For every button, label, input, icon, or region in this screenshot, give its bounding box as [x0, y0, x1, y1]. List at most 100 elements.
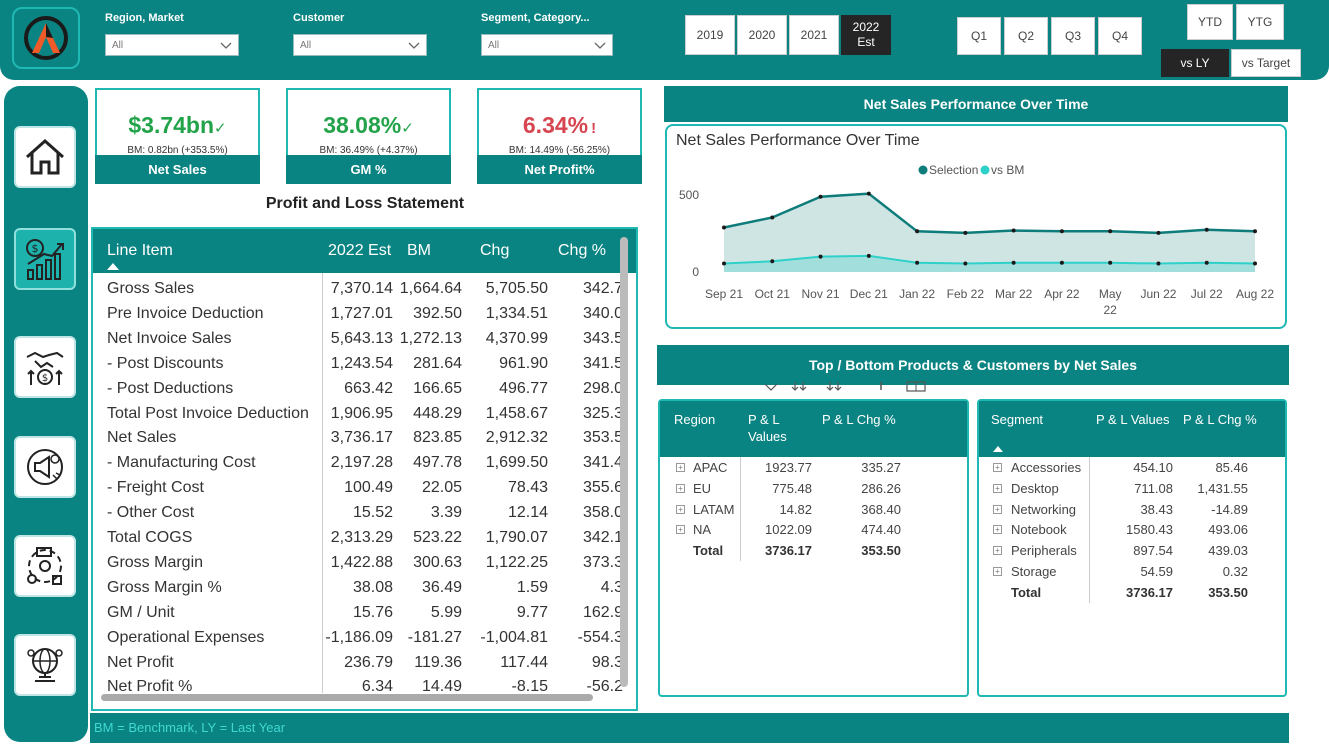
region-values-header[interactable]: P & L Values	[748, 411, 803, 445]
go-to-next-level-icon[interactable]	[826, 382, 842, 391]
ytd-button[interactable]: YTD	[1187, 4, 1233, 40]
total-row[interactable]: Total 3736.17 353.50	[660, 541, 967, 561]
nav-executive-view[interactable]	[14, 634, 76, 696]
slicer-segment-dropdown[interactable]: All	[481, 34, 613, 56]
supply-chain-icon	[27, 547, 62, 585]
list-item[interactable]: + EU 775.48 286.26	[660, 479, 967, 499]
table-row[interactable]: - Manufacturing Cost 2,197.28 497.78 1,699.…	[93, 451, 636, 476]
table-row[interactable]: - Post Discounts 1,243.54 281.64 961.90 341.…	[93, 352, 636, 377]
drill-down-icon[interactable]	[764, 383, 778, 391]
expand-plus-icon[interactable]: +	[676, 483, 685, 493]
vs-target-button[interactable]: vs Target	[1231, 49, 1301, 77]
x-tick-label: Aug 22	[1236, 287, 1274, 301]
pl-column-divider	[322, 273, 323, 693]
year-button-2022-est[interactable]: 2022 Est	[841, 15, 891, 55]
expand-plus-icon[interactable]: +	[993, 463, 1002, 472]
region-chg-header[interactable]: P & L Chg %	[822, 411, 896, 428]
table-row[interactable]: Net Sales 3,736.17 823.85 2,912.32 353.5	[93, 426, 636, 451]
segment-header[interactable]: Segment	[991, 411, 1043, 428]
nav-sales-view[interactable]: $	[14, 336, 76, 398]
cell-value: 2,313.29	[330, 529, 393, 546]
quarter-button-q4[interactable]: Q4	[1098, 17, 1142, 55]
table-row[interactable]: Net Invoice Sales 5,643.13 1,272.13 4,370.9…	[93, 327, 636, 352]
nav-home[interactable]	[14, 126, 76, 188]
pl-header-line-item[interactable]: Line Item	[107, 242, 173, 260]
expand-plus-icon[interactable]: +	[993, 567, 1002, 576]
pl-horizontal-scrollbar[interactable]	[101, 694, 593, 701]
total-row[interactable]: Total 3736.17 353.50	[979, 583, 1285, 603]
quarter-button-q2[interactable]: Q2	[1004, 17, 1048, 55]
net-sales-chart[interactable]: Selection vs BM 500 0 Sep 21 Oct 21 Nov 21 Dec …	[667, 126, 1285, 327]
slicer-segment[interactable]: Segment, Category... All	[481, 12, 613, 56]
table-row[interactable]: Total Post Invoice Deduction 1,906.95 448.…	[93, 402, 636, 427]
expand-plus-icon[interactable]: +	[993, 483, 1002, 493]
region-matrix[interactable]: Region P & L Values P & L Chg % + APAC 192…	[658, 399, 969, 697]
nav-supply-chain-view[interactable]	[14, 535, 76, 597]
segment-chg-header[interactable]: P & L Chg %	[1183, 411, 1263, 428]
table-row[interactable]: Operational Expenses -1,186.09 -181.27 -1,0…	[93, 626, 636, 651]
cell-value: 373.3	[582, 553, 623, 571]
footer-legend-note: BM = Benchmark, LY = Last Year	[90, 713, 1289, 743]
slicer-region-dropdown[interactable]: All	[105, 34, 239, 56]
data-point	[722, 225, 726, 230]
table-row[interactable]: Net Profit 236.79 119.36 117.44 98.3	[93, 651, 636, 676]
expand-next-level-icon[interactable]	[791, 382, 807, 391]
focus-mode-icon[interactable]	[906, 381, 926, 392]
year-button-2021[interactable]: 2021	[789, 15, 839, 55]
table-row[interactable]: Gross Margin 1,422.88 300.63 1,122.25 373.3	[93, 551, 636, 576]
list-item[interactable]: + Networking 38.43 -14.89	[979, 500, 1285, 520]
nav-finance-view[interactable]: $	[14, 228, 76, 290]
drill-controls[interactable]	[757, 380, 937, 394]
pl-header-chg-pct[interactable]: Chg %	[558, 242, 606, 260]
table-row[interactable]: - Freight Cost 100.49 22.05 78.43 355.6	[93, 476, 636, 501]
cell-value: 9.77	[516, 603, 548, 621]
list-item[interactable]: + Storage 54.59 0.32	[979, 562, 1285, 582]
nav-marketing-view[interactable]	[14, 436, 76, 498]
quarter-button-q3[interactable]: Q3	[1051, 17, 1095, 55]
list-item[interactable]: + LATAM 14.82 368.40	[660, 500, 967, 520]
list-item[interactable]: + Notebook 1580.43 493.06	[979, 520, 1285, 540]
quarter-button-q1[interactable]: Q1	[957, 17, 1001, 55]
slicer-customer-dropdown[interactable]: All	[293, 34, 427, 56]
line-item-label: - Post Discounts	[107, 354, 224, 372]
segment-matrix[interactable]: Segment P & L Values P & L Chg % + Access…	[977, 399, 1287, 697]
segment-values-header[interactable]: P & L Values	[1096, 411, 1169, 428]
pl-header-bm[interactable]: BM	[407, 242, 431, 260]
pl-vertical-scrollbar[interactable]	[620, 237, 628, 687]
ytg-button[interactable]: YTG	[1236, 4, 1284, 40]
vs-ly-button[interactable]: vs LY	[1161, 49, 1229, 77]
table-row[interactable]: - Post Deductions 663.42 166.65 496.77 298.0	[93, 377, 636, 402]
row-label: Storage	[1011, 564, 1057, 579]
year-button-2019[interactable]: 2019	[685, 15, 735, 55]
slicer-customer[interactable]: Customer All	[293, 12, 427, 56]
data-point	[1253, 229, 1257, 234]
pl-table[interactable]: Line Item 2022 Est BM Chg Chg % Gross Sa…	[91, 227, 638, 711]
cell-value: 166.65	[413, 379, 462, 397]
expand-plus-icon[interactable]: +	[993, 504, 1002, 514]
x-tick-label: Mar 22	[995, 287, 1033, 301]
table-row[interactable]: - Other Cost 15.52 3.39 12.14 358.0	[93, 501, 636, 526]
pl-header-2022-est[interactable]: 2022 Est	[328, 242, 391, 260]
year-button-2020[interactable]: 2020	[737, 15, 787, 55]
list-item[interactable]: + Desktop 711.08 1,431.55	[979, 479, 1285, 499]
table-row[interactable]: Gross Sales 7,370.14 1,664.64 5,705.50 342.7	[93, 277, 636, 302]
pl-header-chg[interactable]: Chg	[480, 242, 509, 260]
expand-plus-icon[interactable]: +	[676, 525, 685, 535]
slicer-segment-value: All	[488, 40, 500, 51]
list-item[interactable]: + Accessories 454.10 85.46	[979, 458, 1285, 478]
expand-plus-icon[interactable]: +	[993, 525, 1002, 535]
kpi-net-sales-amount: $3.74bn	[128, 112, 215, 138]
region-header[interactable]: Region	[674, 411, 715, 428]
table-row[interactable]: Pre Invoice Deduction 1,727.01 392.50 1,334…	[93, 302, 636, 327]
table-row[interactable]: Total COGS 2,313.29 523.22 1,790.07 342.1	[93, 526, 636, 551]
slicer-region[interactable]: Region, Market All	[105, 12, 239, 56]
list-item[interactable]: + Peripherals 897.54 439.03	[979, 541, 1285, 561]
list-item[interactable]: + NA 1022.09 474.40	[660, 520, 967, 540]
table-row[interactable]: GM / Unit 15.76 5.99 9.77 162.9	[93, 601, 636, 626]
expand-plus-icon[interactable]: +	[993, 546, 1002, 556]
list-item[interactable]: + APAC 1923.77 335.27	[660, 458, 967, 478]
expand-plus-icon[interactable]: +	[676, 463, 685, 472]
table-row[interactable]: Gross Margin % 38.08 36.49 1.59 4.3	[93, 576, 636, 601]
row-label: Total	[1011, 584, 1042, 600]
expand-plus-icon[interactable]: +	[676, 504, 685, 514]
